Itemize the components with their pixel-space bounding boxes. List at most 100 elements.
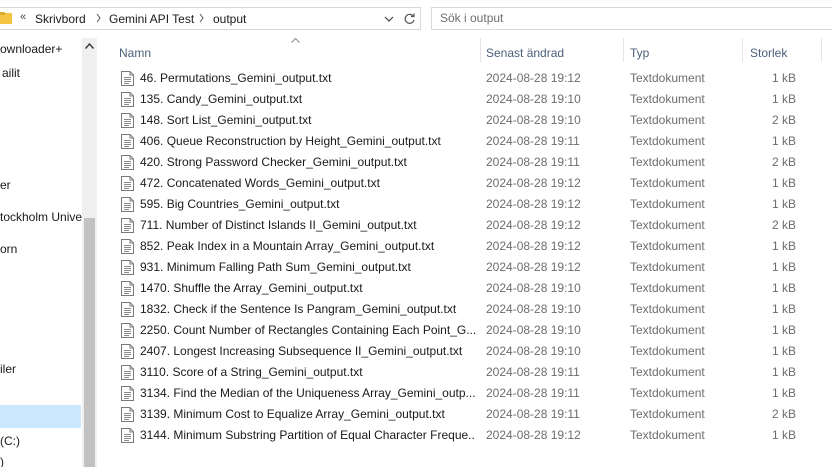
nav-item-label: tockholm Unive bbox=[0, 210, 82, 224]
nav-item-label: ownloader+ bbox=[0, 42, 63, 56]
file-row[interactable]: 3110. Score of a String_Gemini_output.tx… bbox=[117, 362, 829, 383]
file-date-modified: 2024-08-28 19:10 bbox=[486, 344, 581, 358]
file-row[interactable]: 3144. Minimum Substring Partition of Equ… bbox=[117, 425, 829, 446]
column-divider[interactable] bbox=[480, 38, 481, 62]
nav-item[interactable]: ) bbox=[0, 452, 82, 467]
file-row[interactable]: 3139. Minimum Cost to Equalize Array_Gem… bbox=[117, 404, 829, 425]
breadcrumb-gemini-api-test[interactable]: Gemini API Test bbox=[109, 12, 194, 26]
file-row[interactable]: 2250. Count Number of Rectangles Contain… bbox=[117, 320, 829, 341]
text-document-icon bbox=[121, 386, 134, 401]
file-date-modified: 2024-08-28 19:10 bbox=[486, 113, 581, 127]
file-name: 472. Concatenated Words_Gemini_output.tx… bbox=[140, 176, 380, 190]
file-row[interactable]: 148. Sort List_Gemini_output.txt 2024-08-… bbox=[117, 110, 829, 131]
file-date-modified: 2024-08-28 19:11 bbox=[486, 386, 580, 400]
file-date-modified: 2024-08-28 19:12 bbox=[486, 239, 581, 253]
file-row[interactable]: 472. Concatenated Words_Gemini_output.tx… bbox=[117, 173, 829, 194]
file-type: Textdokument bbox=[630, 260, 705, 274]
breadcrumb-chevron-icon[interactable] bbox=[96, 14, 101, 22]
nav-item-drive-c[interactable]: (C:) bbox=[0, 431, 82, 451]
file-type: Textdokument bbox=[630, 407, 705, 421]
file-size: 1 kB bbox=[771, 176, 796, 190]
file-name: 3134. Find the Median of the Uniqueness … bbox=[140, 386, 476, 400]
file-size: 1 kB bbox=[771, 260, 796, 274]
breadcrumb-overflow-icon[interactable]: « bbox=[20, 11, 26, 23]
scrollbar-thumb[interactable] bbox=[84, 218, 95, 467]
file-row[interactable]: 46. Permutations_Gemini_output.txt 2024-0… bbox=[117, 68, 829, 89]
file-size: 1 kB bbox=[771, 386, 796, 400]
folder-icon bbox=[0, 12, 12, 24]
address-bar-row: « Skrivbord Gemini API Test output bbox=[0, 0, 832, 38]
file-type: Textdokument bbox=[630, 218, 705, 232]
file-type: Textdokument bbox=[630, 155, 705, 169]
file-row[interactable]: 1470. Shuffle the Array_Gemini_output.tx… bbox=[117, 278, 829, 299]
file-name: 46. Permutations_Gemini_output.txt bbox=[140, 71, 332, 85]
file-date-modified: 2024-08-28 19:10 bbox=[486, 281, 581, 295]
file-size: 2 kB bbox=[771, 155, 796, 169]
file-name: 135. Candy_Gemini_output.txt bbox=[140, 92, 303, 106]
address-bar[interactable]: « Skrivbord Gemini API Test output bbox=[0, 7, 421, 30]
file-date-modified: 2024-08-28 19:12 bbox=[486, 197, 581, 211]
search-input[interactable] bbox=[440, 11, 820, 25]
text-document-icon bbox=[121, 218, 134, 233]
refresh-icon bbox=[404, 13, 415, 24]
file-name: 711. Number of Distinct Islands II_Gemin… bbox=[140, 218, 417, 232]
sort-ascending-icon bbox=[291, 38, 300, 43]
file-date-modified: 2024-08-28 19:10 bbox=[486, 323, 581, 337]
text-document-icon bbox=[121, 71, 134, 86]
file-row[interactable]: 1832. Check if the Sentence Is Pangram_G… bbox=[117, 299, 829, 320]
file-date-modified: 2024-08-28 19:11 bbox=[486, 365, 580, 379]
file-name: 931. Minimum Falling Path Sum_Gemini_out… bbox=[140, 260, 411, 274]
breadcrumb-output[interactable]: output bbox=[213, 12, 246, 26]
file-date-modified: 2024-08-28 19:11 bbox=[486, 134, 580, 148]
nav-item[interactable]: tockholm Unive bbox=[0, 207, 82, 227]
column-divider[interactable] bbox=[742, 38, 743, 62]
file-type: Textdokument bbox=[630, 239, 705, 253]
address-dropdown-icon[interactable] bbox=[384, 14, 394, 24]
nav-item[interactable]: er bbox=[0, 175, 82, 195]
nav-item[interactable]: ailit bbox=[0, 63, 82, 83]
nav-item-label: orn bbox=[0, 242, 18, 256]
text-document-icon bbox=[121, 323, 134, 338]
navigation-pane: ownloader+ ailit er tockholm Unive orn i… bbox=[0, 38, 97, 467]
file-row[interactable]: 931. Minimum Falling Path Sum_Gemini_out… bbox=[117, 257, 829, 278]
text-document-icon bbox=[121, 428, 134, 443]
breadcrumb-chevron-icon[interactable] bbox=[199, 14, 204, 22]
text-document-icon bbox=[121, 92, 134, 107]
column-header-size[interactable]: Storlek bbox=[750, 41, 787, 65]
nav-item[interactable]: orn bbox=[0, 239, 82, 259]
file-row[interactable]: 420. Strong Password Checker_Gemini_outp… bbox=[117, 152, 829, 173]
file-date-modified: 2024-08-28 19:12 bbox=[486, 176, 581, 190]
file-row[interactable]: 852. Peak Index in a Mountain Array_Gemi… bbox=[117, 236, 829, 257]
column-header-name[interactable]: Namn bbox=[119, 41, 151, 65]
search-box[interactable] bbox=[431, 7, 832, 30]
nav-item[interactable]: ownloader+ bbox=[0, 39, 82, 59]
file-size: 1 kB bbox=[771, 71, 796, 85]
file-row[interactable]: 2407. Longest Increasing Subsequence II_… bbox=[117, 341, 829, 362]
column-header-type[interactable]: Typ bbox=[630, 41, 649, 65]
scroll-up-button[interactable] bbox=[82, 38, 97, 55]
nav-item-label: ailit bbox=[2, 66, 21, 80]
nav-selected-highlight bbox=[0, 405, 81, 428]
file-row[interactable]: 711. Number of Distinct Islands II_Gemin… bbox=[117, 215, 829, 236]
nav-item-label: iler bbox=[0, 362, 17, 376]
file-row[interactable]: 406. Queue Reconstruction by Height_Gemi… bbox=[117, 131, 829, 152]
nav-item[interactable]: iler bbox=[0, 359, 82, 379]
file-row[interactable]: 135. Candy_Gemini_output.txt 2024-08-28 1… bbox=[117, 89, 829, 110]
column-divider[interactable] bbox=[821, 38, 822, 62]
file-date-modified: 2024-08-28 19:12 bbox=[486, 428, 581, 442]
file-name: 1832. Check if the Sentence Is Pangram_G… bbox=[140, 302, 457, 316]
file-name: 1470. Shuffle the Array_Gemini_output.tx… bbox=[140, 281, 363, 295]
file-row[interactable]: 595. Big Countries_Gemini_output.txt 2024… bbox=[117, 194, 829, 215]
text-document-icon bbox=[121, 176, 134, 191]
chevron-up-icon bbox=[85, 43, 94, 49]
text-document-icon bbox=[121, 260, 134, 275]
file-size: 2 kB bbox=[771, 218, 796, 232]
text-document-icon bbox=[121, 407, 134, 422]
column-header-date[interactable]: Senast ändrad bbox=[486, 41, 564, 65]
file-row[interactable]: 3134. Find the Median of the Uniqueness … bbox=[117, 383, 829, 404]
column-divider[interactable] bbox=[623, 38, 624, 62]
file-type: Textdokument bbox=[630, 92, 705, 106]
refresh-button[interactable] bbox=[399, 7, 421, 30]
breadcrumb-skrivbord[interactable]: Skrivbord bbox=[35, 12, 86, 26]
text-document-icon bbox=[121, 302, 134, 317]
